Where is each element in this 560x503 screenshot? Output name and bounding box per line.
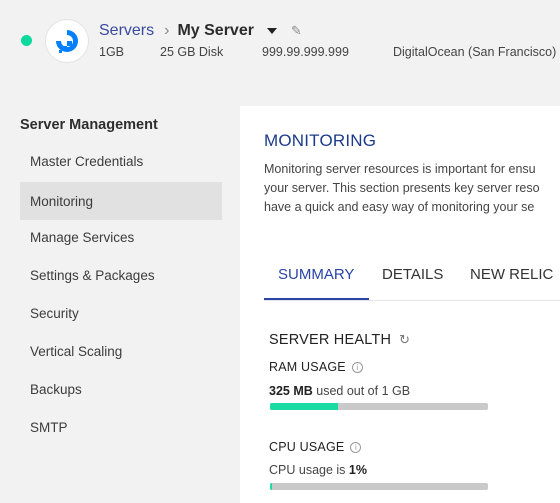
sidebar-item-security[interactable]: Security [20,294,222,332]
pencil-icon[interactable]: ✎ [291,23,302,39]
server-health-heading: SERVER HEALTH ↻ [269,332,410,348]
sidebar-item-backups[interactable]: Backups [20,370,222,408]
description-line: your server. This section presents key s… [264,181,540,195]
info-icon[interactable]: i [351,361,363,373]
sidebar-item-settings-packages[interactable]: Settings & Packages [20,256,222,294]
tab-new-relic[interactable]: NEW RELIC [470,262,553,300]
description-line: have a quick and easy way of monitoring … [264,200,535,214]
server-health-title: SERVER HEALTH [269,332,392,348]
server-header: Servers › My Server ✎ 1GB 25 GB Disk 999… [0,0,560,80]
description-line: Monitoring server resources is important… [264,162,536,176]
sidebar-item-master-credentials[interactable]: Master Credentials [20,142,222,180]
server-ip: 999.99.999.999 [262,45,349,59]
digitalocean-logo-icon [45,19,89,63]
server-ram: 1GB [99,45,125,59]
server-name: My Server [177,22,254,39]
caret-down-icon[interactable] [266,28,277,34]
cpu-usage-bar-fill [270,483,273,490]
cpu-usage-label: CPU USAGE [269,440,345,454]
refresh-icon[interactable]: ↻ [399,332,410,348]
sidebar-item-smtp[interactable]: SMTP [20,408,222,446]
ram-usage-value: 325 MB used out of 1 GB [269,384,410,398]
breadcrumb-servers-link[interactable]: Servers [99,22,154,40]
ram-usage-total: used out of 1 GB [312,384,411,398]
sidebar-item-monitoring[interactable]: Monitoring [20,182,222,220]
ram-usage-heading: RAM USAGE i [269,360,363,374]
ram-usage-label: RAM USAGE [269,360,346,374]
monitoring-panel: MONITORING Monitoring server resources i… [240,106,560,503]
sidebar-item-manage-services[interactable]: Manage Services [20,218,222,256]
info-icon[interactable]: i [350,441,362,453]
tab-summary[interactable]: SUMMARY [264,262,369,300]
cpu-usage-bar [270,483,488,490]
ram-usage-amount: 325 MB [269,384,313,398]
cpu-usage-value: CPU usage is 1% [269,463,367,477]
sidebar-title: Server Management [20,117,158,133]
sidebar-item-vertical-scaling[interactable]: Vertical Scaling [20,332,222,370]
chevron-right-icon: › [164,22,170,39]
cpu-usage-amount: 1% [348,463,367,477]
ram-usage-bar-fill [270,403,338,410]
server-provider: DigitalOcean (San Francisco) [393,45,557,59]
cpu-usage-prefix: CPU usage is [269,463,349,477]
server-disk: 25 GB Disk [160,45,224,59]
server-status-indicator [21,35,32,46]
breadcrumb: Servers › My Server ✎ [99,20,302,42]
ram-usage-bar [270,403,488,410]
page-title: MONITORING [264,131,377,150]
tabs-divider [264,300,560,301]
page-description: Monitoring server resources is important… [264,160,560,217]
tab-details[interactable]: DETAILS [382,262,443,300]
cpu-usage-heading: CPU USAGE i [269,440,362,454]
